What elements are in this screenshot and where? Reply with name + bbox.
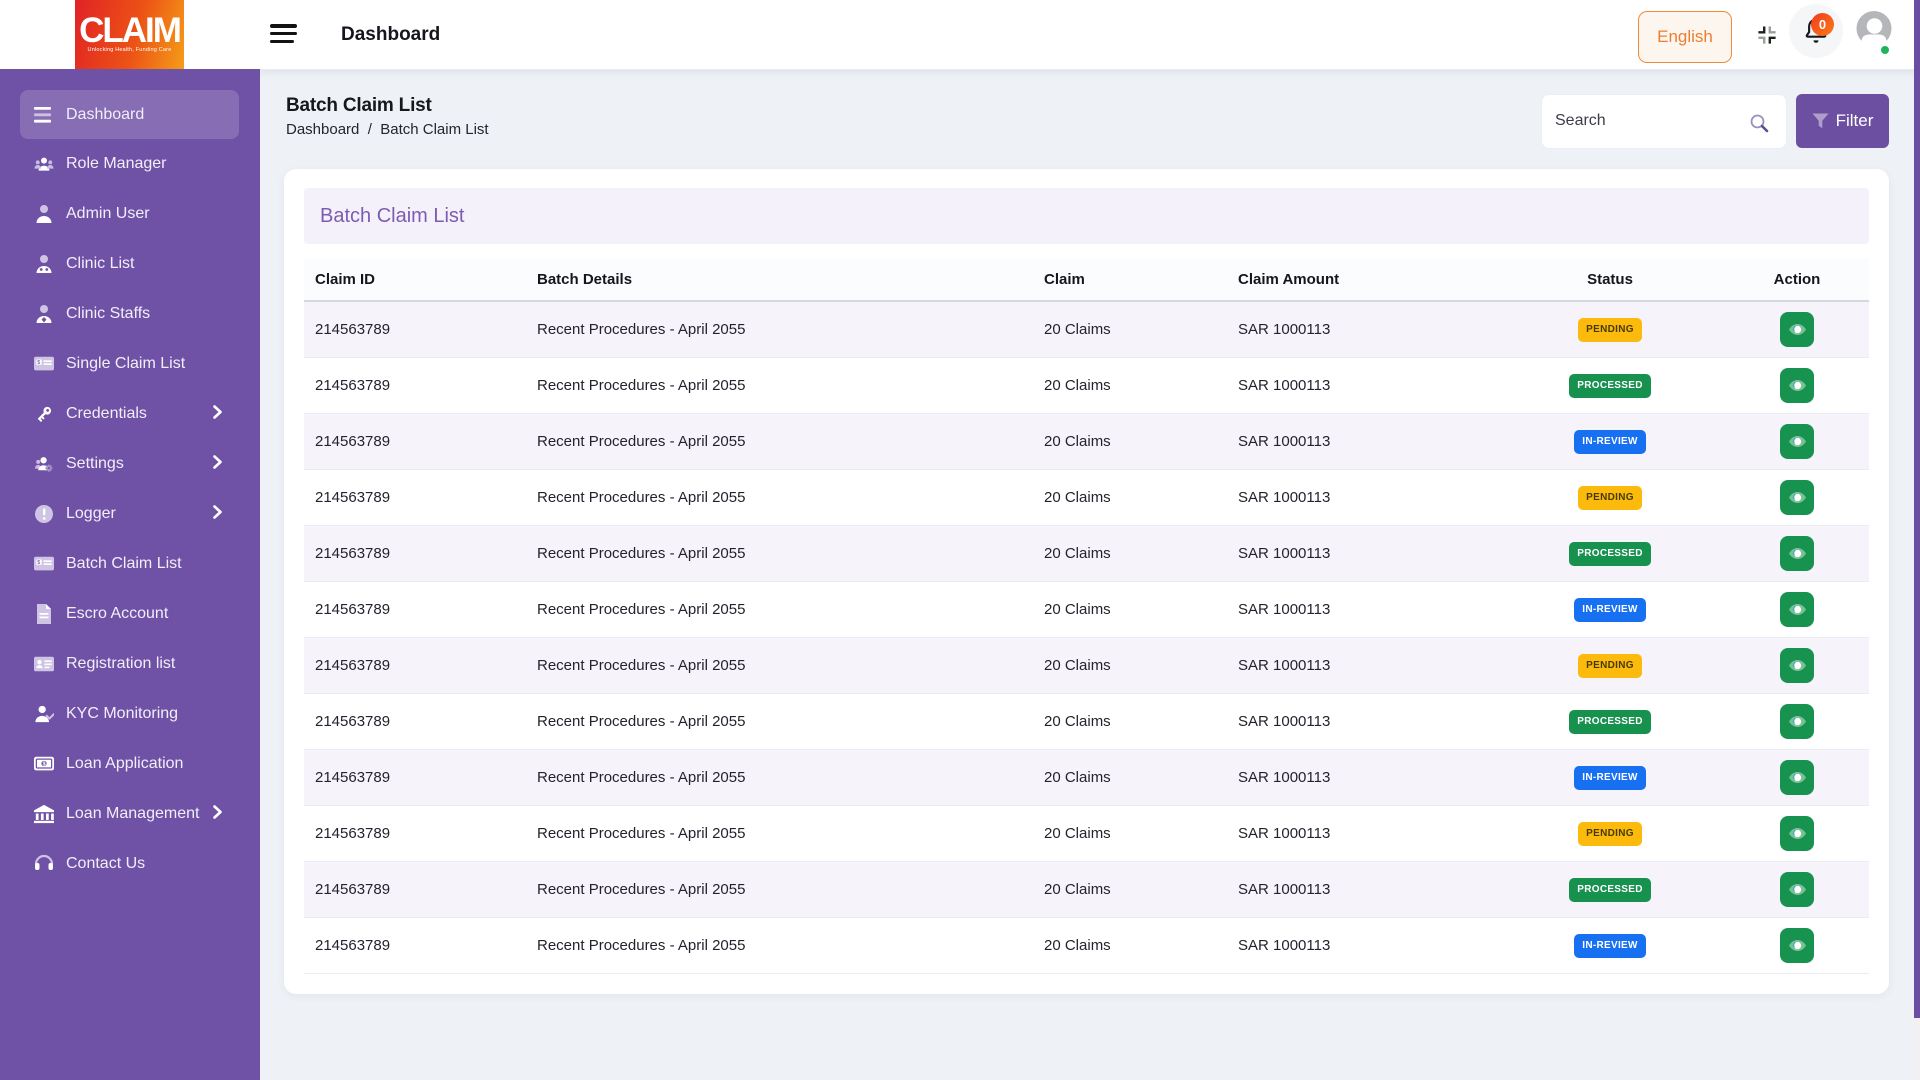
svg-text:$: $ — [43, 762, 46, 768]
svg-text:$: $ — [37, 560, 40, 566]
svg-text:$: $ — [37, 360, 40, 366]
